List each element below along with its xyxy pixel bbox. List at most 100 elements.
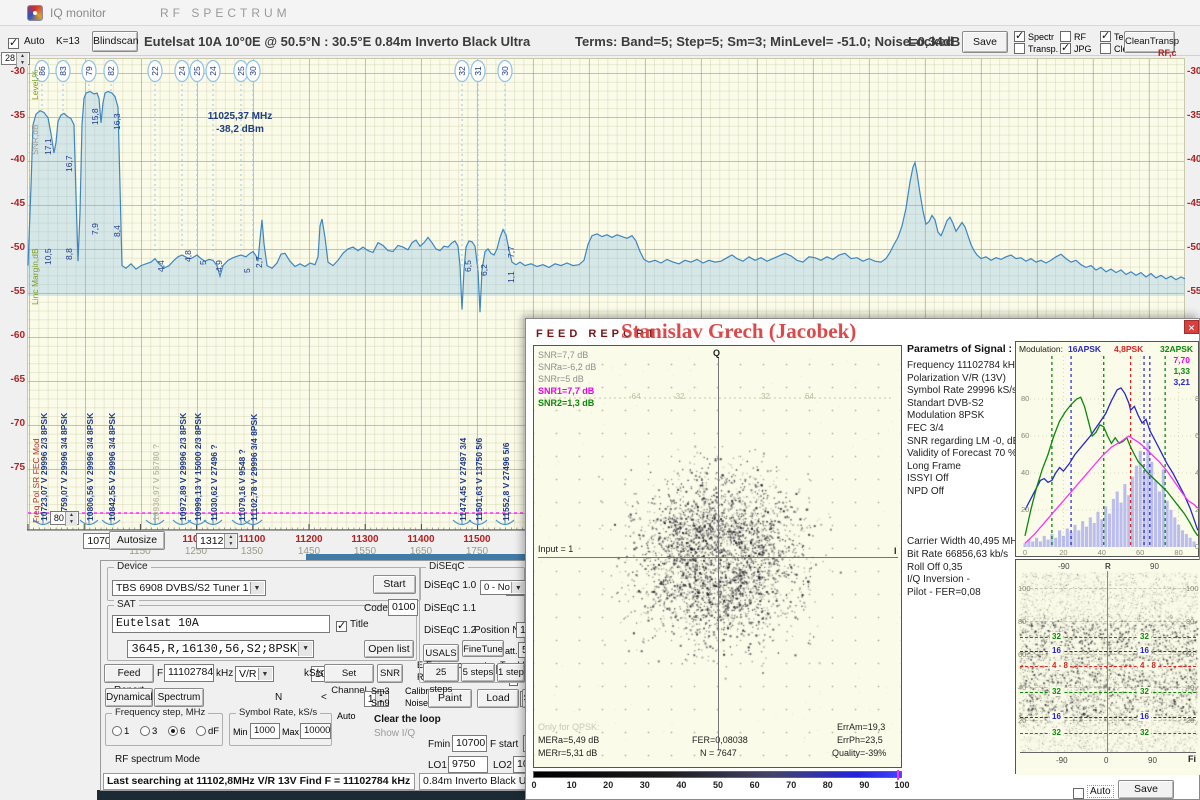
set-channel-button[interactable]: Set Channel — [324, 664, 374, 696]
fstep-radio-label: 3 — [152, 726, 158, 737]
phase-threshold-label: 16 — [1050, 646, 1063, 656]
transponder-label: 10723,07 V 29996 2/3 8PSK — [39, 412, 49, 521]
phase-side-tick: 100 — [1186, 584, 1199, 593]
gain-stepper[interactable]: 28 — [1, 52, 31, 65]
x-axis-freq-label: 11400 — [407, 534, 435, 545]
fstep-radio-dF[interactable] — [196, 726, 206, 736]
marker-snr-label: 5 — [198, 260, 208, 265]
phase-save-button[interactable]: Save — [1118, 780, 1174, 799]
status-antenna: 0.84m Inverto Black Ultra — [419, 773, 526, 790]
fstep-radio-6[interactable] — [168, 726, 178, 736]
svg-text:22: 22 — [150, 66, 160, 76]
phase-threshold-line — [1020, 692, 1196, 693]
autosize-button[interactable]: Autosize — [109, 531, 165, 550]
db-axis-label: -50 — [10, 242, 25, 253]
marker-snr-label: 15,8 — [90, 108, 100, 125]
svg-text:82: 82 — [106, 66, 116, 76]
transponder-label: 10972,89 V 29996 2/3 8PSK — [178, 412, 188, 521]
x-axis-freq-label: 11200 — [295, 534, 323, 545]
marker-snr-label: 6,5 — [463, 260, 473, 272]
phase-auto-checkbox[interactable] — [1073, 788, 1084, 800]
signal-params-panel: Parametrs of Signal : Frequency 11102784… — [907, 343, 1023, 599]
svg-text:30: 30 — [248, 66, 258, 76]
rf-corner-label: RF,c — [1158, 48, 1177, 58]
svg-text:40: 40 — [1098, 548, 1106, 557]
signal-param-row: Roll Off 0,35 — [907, 561, 963, 573]
step-button-3[interactable]: 1 step — [497, 663, 525, 682]
phase-threshold-line — [1020, 717, 1196, 718]
quality-scale-tick: 60 — [749, 780, 760, 790]
db-axis-label: -40 — [10, 154, 25, 165]
phase-gridline — [1020, 621, 1196, 622]
sm3-label: Sm3 — [371, 686, 390, 696]
transponder-label: 10842,55 V 29996 3/4 8PSK — [107, 412, 117, 521]
max-field[interactable]: 10000 — [300, 723, 331, 739]
phase-threshold-line — [1020, 637, 1196, 638]
db-axis-label: -55 — [10, 286, 25, 297]
finetune-button[interactable]: FineTune — [462, 640, 504, 657]
snr-button[interactable]: SNR — [377, 664, 403, 683]
signal-param-row — [907, 511, 1013, 524]
step-button-2[interactable]: 5 steps — [461, 663, 495, 682]
frequency-field[interactable]: 11102784 — [164, 664, 214, 682]
signal-param-row: SNR regarding LM -0, dB — [907, 435, 1020, 447]
fstep-radio-1[interactable] — [112, 726, 122, 736]
min-field[interactable]: 1000 — [250, 723, 280, 739]
phase-noise-plot — [1016, 560, 1200, 775]
svg-text:80: 80 — [1195, 394, 1200, 403]
modulation-legend-item: 16APSK — [1068, 344, 1102, 354]
diseqc10-dropdown[interactable]: 0 - No — [480, 580, 527, 595]
signal-param-row: Long Frame — [907, 460, 961, 472]
marker-snr-label: 4,9 — [214, 260, 224, 272]
fmin-field[interactable]: 10700 — [452, 735, 487, 752]
spectrum-button[interactable]: Spectrum — [154, 688, 204, 707]
svg-text:24: 24 — [177, 66, 187, 76]
srate-group-label: Symbol Rate, kS/s — [236, 707, 321, 718]
kss-label: kS/s — [304, 668, 324, 679]
sat-group-label: SAT — [114, 599, 139, 610]
fstep-radio-label: 1 — [124, 726, 130, 737]
start-button[interactable]: Start — [373, 575, 416, 594]
phase-threshold-label: 32 — [1050, 728, 1063, 738]
phase-top-label: 90 — [1150, 562, 1159, 571]
signal-param-row: Standart DVB-S2 — [907, 397, 984, 409]
marker-snr-label: 4,4 — [156, 260, 166, 272]
phase-auto-label: Auto — [1087, 785, 1114, 798]
phase-threshold-label: 4 - 8 — [1138, 661, 1159, 671]
polarization-dropdown[interactable]: V/R — [235, 666, 274, 682]
marker-snr-label: 16,3 — [112, 113, 122, 130]
marker-lm-label: 10,5 — [43, 248, 53, 265]
transponder-dropdown[interactable]: 3645,R,16130,56,S2;8PSK — [127, 640, 315, 658]
step-button-1[interactable]: 25 steps — [423, 663, 459, 695]
dynamical-button[interactable]: Dynamical — [105, 688, 153, 707]
title-label: Title — [350, 619, 369, 630]
lo1-label: LO1 — [428, 760, 447, 771]
floor-stepper[interactable]: 80 — [49, 511, 79, 525]
feed-report-button[interactable]: Feed Report — [104, 664, 154, 696]
signal-param-row: Modulation 8PSK — [907, 410, 985, 422]
svg-text:30: 30 — [500, 66, 510, 76]
satellite-name-field[interactable]: Eutelsat 10A — [112, 615, 330, 633]
db-axis-label-right: -35 — [1187, 110, 1200, 121]
quality-scale-tick: 40 — [676, 780, 687, 790]
phase-fi-label: Fi — [1188, 754, 1196, 764]
fstep-radio-3[interactable] — [140, 726, 150, 736]
modulation-value: 7,70 — [1173, 355, 1190, 365]
tuner-dropdown[interactable]: TBS 6908 DVBS/S2 Tuner 1 — [112, 580, 266, 596]
quality-scale: 0 10 20 30 40 50 60 70 80 90 100 — [531, 780, 909, 792]
axis-caption-lm: Linc Margin,dB — [30, 248, 40, 305]
lo1-field[interactable]: 9750 — [448, 756, 488, 773]
title-checkbox[interactable] — [336, 619, 347, 633]
code-field[interactable]: 0100 — [388, 599, 418, 616]
signal-param-row — [907, 524, 1013, 537]
device-group-label: Device — [114, 561, 151, 572]
load-button[interactable]: Load — [477, 689, 519, 708]
status-searching: Last searching at 11102,8MHz V/R 13V Fin… — [103, 773, 415, 790]
transponder-label: 10936,97 V 56780 ? — [151, 443, 161, 521]
open-list-button[interactable]: Open list — [364, 640, 414, 658]
signal-param-row: Carrier Width 40,495 MHz — [907, 536, 1023, 548]
transponder-label: 11102,78 V 29996 3/4 8PSK — [249, 413, 259, 521]
close-icon[interactable]: ✕ — [1184, 320, 1199, 334]
sm9-label: Sm9 — [371, 698, 390, 708]
span-stepper[interactable]: 1312 — [196, 533, 239, 549]
